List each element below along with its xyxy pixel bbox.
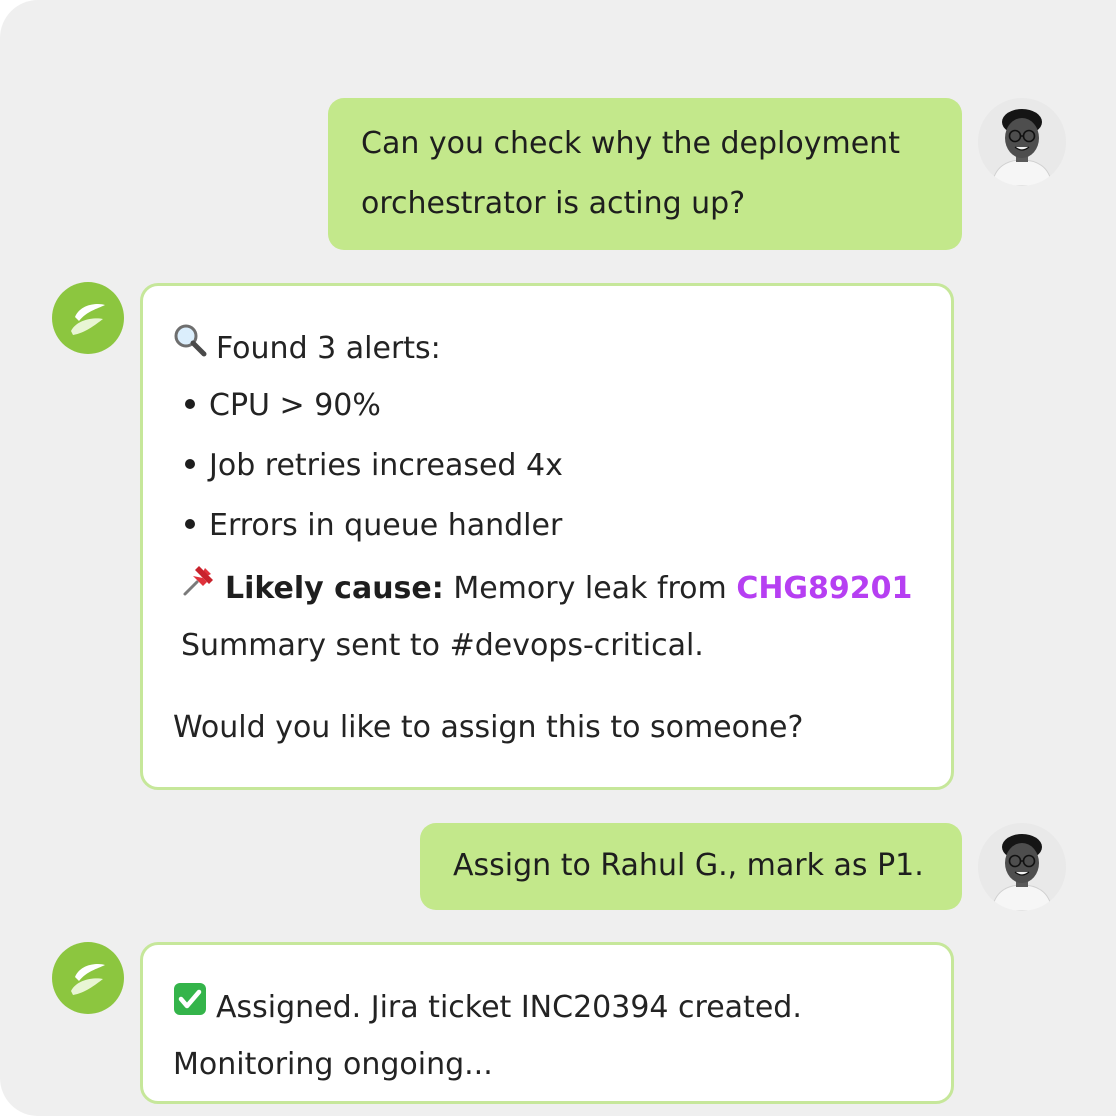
alerts-header: Found 3 alerts:	[172, 324, 441, 373]
bullet-icon	[185, 398, 195, 409]
change-reference-link[interactable]: CHG89201	[736, 571, 912, 606]
bot-avatar	[52, 282, 124, 354]
assign-question-text: Would you like to assign this to someone…	[173, 710, 804, 745]
person-avatar-icon	[978, 98, 1066, 186]
person-avatar-icon	[978, 823, 1066, 911]
monitoring-text: Monitoring ongoing...	[173, 1047, 493, 1082]
assigned-text: Assigned. Jira ticket INC20394 created.	[216, 990, 802, 1025]
message-text: orchestrator is acting up?	[361, 186, 746, 221]
alerts-header-text: Found 3 alerts:	[216, 331, 441, 366]
search-icon	[172, 322, 208, 369]
alert-item: Errors in queue handler	[185, 506, 562, 546]
likely-cause-line: Likely cause: Memory leak from CHG89201	[181, 566, 912, 613]
assigned-line: Assigned. Jira ticket INC20394 created.	[172, 983, 802, 1032]
user-avatar	[978, 98, 1066, 186]
likely-cause-text: Memory leak from	[453, 571, 727, 606]
bullet-icon	[185, 518, 195, 529]
bot-message-bubble: Found 3 alerts: CPU > 90% Job retries in…	[140, 283, 954, 790]
chat-window: Can you check why the deployment orchest…	[0, 0, 1116, 1116]
pushpin-icon	[181, 562, 217, 609]
bot-avatar	[52, 942, 124, 1014]
alert-item-text: Job retries increased 4x	[209, 448, 563, 483]
bullet-icon	[185, 458, 195, 469]
checkmark-icon	[172, 981, 208, 1028]
leaf-logo-icon	[71, 964, 105, 995]
alert-item: Job retries increased 4x	[185, 446, 563, 486]
user-message-bubble: Can you check why the deployment orchest…	[328, 98, 962, 250]
alert-item-text: Errors in queue handler	[209, 508, 563, 543]
alert-item-text: CPU > 90%	[209, 388, 381, 423]
user-avatar	[978, 823, 1066, 911]
summary-text: Summary sent to #devops-critical.	[181, 628, 704, 663]
leaf-logo-icon	[71, 304, 105, 335]
user-message-bubble: Assign to Rahul G., mark as P1.	[420, 823, 962, 910]
bot-message-bubble: Assigned. Jira ticket INC20394 created. …	[140, 942, 954, 1104]
message-text: Assign to Rahul G., mark as P1.	[453, 848, 924, 883]
likely-cause-label: Likely cause:	[225, 571, 444, 606]
alert-item: CPU > 90%	[185, 386, 381, 426]
message-text: Can you check why the deployment	[361, 126, 900, 161]
